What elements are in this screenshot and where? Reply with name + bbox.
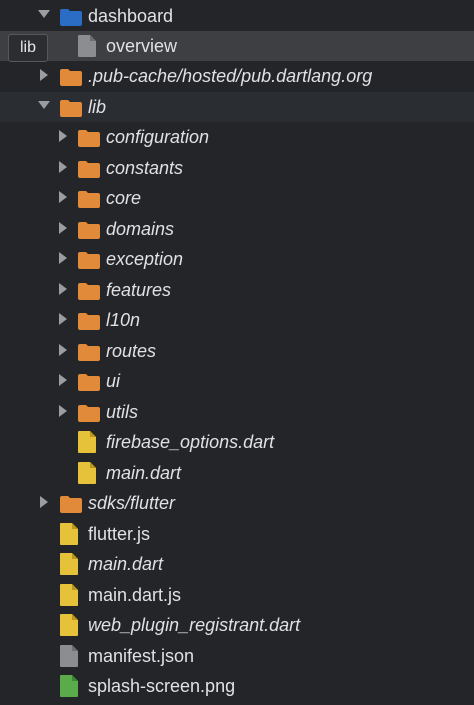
tree-item-label: web_plugin_registrant.dart [88,615,301,635]
folder-orange-icon [78,283,100,300]
file-yellow-icon [78,431,96,453]
tree-item-splash-screen[interactable]: splash-screen.png [0,671,474,701]
folder-blue-icon [60,9,82,26]
tooltip: lib [8,34,48,62]
tree-item-sdks-flutter[interactable]: sdks/flutter [0,488,474,518]
tree-item-dashboard[interactable]: dashboard [0,1,474,31]
folder-orange-icon [78,222,100,239]
file-green-icon [60,675,78,697]
chevron-right-icon[interactable] [59,313,67,325]
tree-item-flutter-js[interactable]: flutter.js [0,519,474,549]
tree-item-label: overview [106,36,178,56]
tree-item-main-dart[interactable]: main.dart [0,549,474,579]
tree-item-label: domains [106,219,175,239]
tree-item-web-plugin-registrant[interactable]: web_plugin_registrant.dart [0,610,474,640]
tree-item-label: features [106,280,172,300]
file-yellow-icon [60,523,78,545]
folder-orange-icon [60,496,82,513]
tree-item-label: manifest.json [88,646,195,666]
tree-item-firebase-options[interactable]: firebase_options.dart [0,427,474,457]
tree-item-pub-cache[interactable]: .pub-cache/hosted/pub.dartlang.org [0,61,474,91]
tree-item-main-dart-js[interactable]: main.dart.js [0,580,474,610]
folder-orange-icon [78,252,100,269]
tree-item-lib[interactable]: lib [0,92,474,122]
tree-item-domains[interactable]: domains [0,214,474,244]
chevron-right-icon[interactable] [59,130,67,142]
tree-item-label: configuration [106,127,210,147]
tree-item-routes[interactable]: routes [0,336,474,366]
tree-item-label: main.dart [106,463,182,483]
chevron-right-icon[interactable] [40,69,48,81]
file-yellow-icon [60,553,78,575]
folder-orange-icon [60,69,82,86]
tree-item-configuration[interactable]: configuration [0,122,474,152]
chevron-right-icon[interactable] [40,496,48,508]
file-yellow-icon [60,584,78,606]
tree-item-label: .pub-cache/hosted/pub.dartlang.org [88,66,373,86]
tree-item-label: splash-screen.png [88,676,236,696]
chevron-right-icon[interactable] [59,161,67,173]
chevron-right-icon[interactable] [59,222,67,234]
tree-item-label: firebase_options.dart [106,432,275,452]
tree-item-label: l10n [106,310,141,330]
folder-orange-icon [78,161,100,178]
chevron-right-icon[interactable] [59,191,67,203]
folder-orange-icon [78,374,100,391]
tree-item-l10n[interactable]: l10n [0,305,474,335]
chevron-right-icon[interactable] [59,374,67,386]
chevron-right-icon[interactable] [59,405,67,417]
tree-item-ui[interactable]: ui [0,366,474,396]
file-yellow-icon [60,614,78,636]
tree-item-label: dashboard [88,6,174,26]
tree-item-features[interactable]: features [0,275,474,305]
tree-item-label: main.dart [88,554,164,574]
file-tree: dashboard overview .pub-cache/hosted/pub… [0,0,474,705]
chevron-down-icon[interactable] [38,101,50,109]
tree-item-utils[interactable]: utils [0,397,474,427]
tree-item-label: ui [106,371,121,391]
tree-item-label: core [106,188,142,208]
file-yellow-icon [78,462,96,484]
tree-item-label: utils [106,402,139,422]
tree-item-exception[interactable]: exception [0,244,474,274]
tree-item-main-dart-lib[interactable]: main.dart [0,458,474,488]
chevron-down-icon[interactable] [38,10,50,18]
chevron-right-icon[interactable] [59,252,67,264]
folder-orange-icon [78,344,100,361]
tree-item-label: routes [106,341,157,361]
tree-item-label: main.dart.js [88,585,182,605]
folder-orange-icon [78,191,100,208]
folder-orange-icon [60,100,82,117]
chevron-right-icon[interactable] [59,283,67,295]
tree-item-label: lib [88,97,107,117]
tree-item-label: flutter.js [88,524,151,544]
tree-item-label: constants [106,158,184,178]
folder-orange-icon [78,313,100,330]
tree-item-overview[interactable]: overview [0,31,474,61]
tree-item-constants[interactable]: constants [0,153,474,183]
folder-orange-icon [78,405,100,422]
tree-item-manifest-json[interactable]: manifest.json [0,641,474,671]
chevron-right-icon[interactable] [59,344,67,356]
tree-item-core[interactable]: core [0,183,474,213]
folder-orange-icon [78,130,100,147]
file-gray-icon [60,645,78,667]
tree-item-label: sdks/flutter [88,493,176,513]
file-gray-icon [78,35,96,57]
tree-item-label: exception [106,249,184,269]
